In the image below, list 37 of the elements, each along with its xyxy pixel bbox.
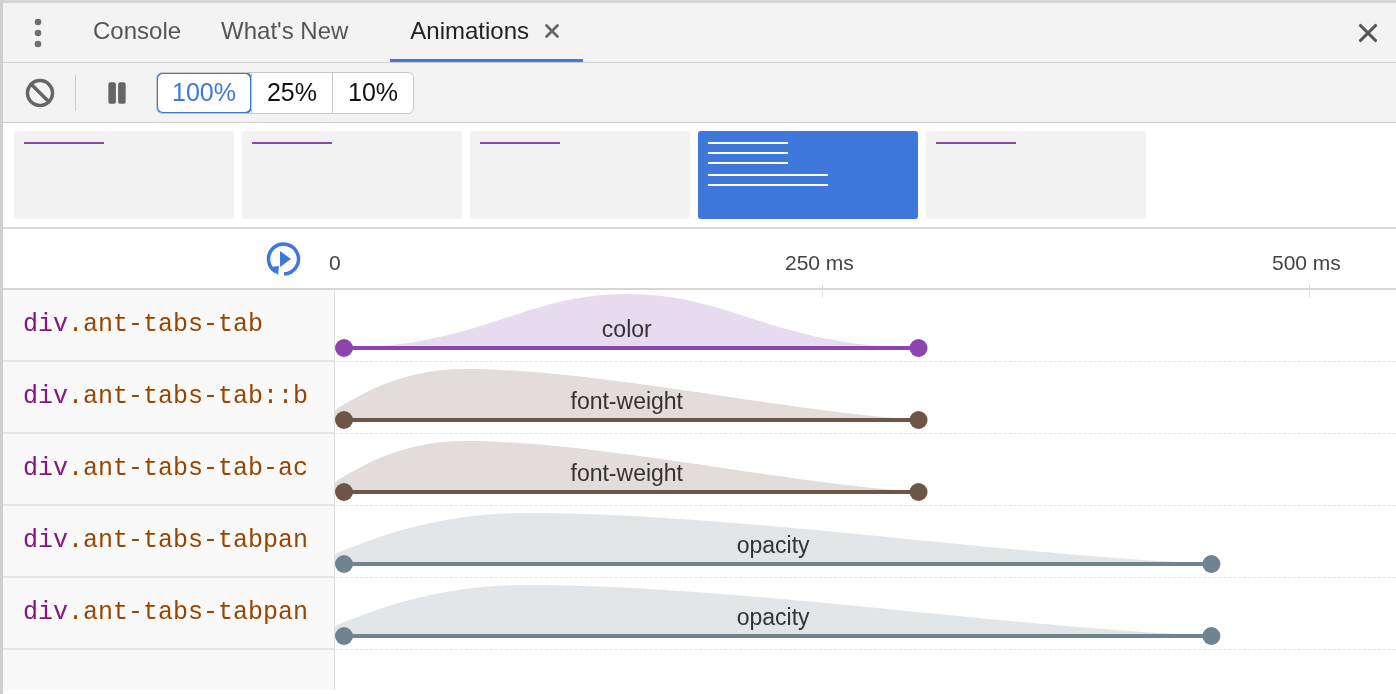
property-label: font-weight [570, 387, 683, 416]
time-tick-label: 500 ms [1272, 250, 1341, 276]
node-selector[interactable]: div.ant-tabs-tabpan [23, 594, 309, 632]
keyframe-handle[interactable] [909, 411, 928, 429]
clear-icon[interactable] [25, 77, 55, 108]
time-tick-label: 250 ms [785, 250, 854, 276]
keyframe-handle[interactable] [1202, 627, 1221, 645]
animation-group[interactable] [698, 131, 918, 219]
keyframe-handle[interactable] [1202, 555, 1221, 573]
node-selector[interactable]: div.ant-tabs-tabpan [23, 522, 309, 560]
node-selector[interactable]: div.ant-tabs-tab::b [23, 378, 309, 416]
speed-button[interactable]: 10% [332, 72, 414, 113]
keyframe-handle[interactable] [335, 339, 353, 357]
animation-bar[interactable] [335, 369, 928, 429]
animation-bar[interactable] [335, 294, 928, 357]
keyframe-handle[interactable] [335, 555, 353, 573]
property-label: color [601, 315, 652, 344]
animation-bar[interactable] [335, 513, 1221, 573]
property-label: font-weight [570, 459, 683, 488]
keyframe-handle[interactable] [335, 411, 353, 429]
property-label: opacity [736, 531, 810, 560]
animation-bar[interactable] [335, 441, 928, 501]
keyframe-handle[interactable] [909, 483, 928, 501]
property-label: opacity [736, 603, 810, 632]
animation-bar[interactable] [335, 585, 1221, 645]
time-tick-label: 0 [329, 250, 341, 276]
keyframe-handle[interactable] [335, 627, 353, 645]
replay-icon[interactable] [266, 240, 302, 277]
more-options-icon[interactable] [34, 17, 42, 48]
keyframe-handle[interactable] [335, 483, 353, 501]
node-selector[interactable]: div.ant-tabs-tab-ac [23, 450, 309, 488]
node-selector[interactable]: div.ant-tabs-tab [23, 306, 264, 344]
speed-button[interactable]: 100% [157, 72, 251, 113]
tab[interactable]: What's New [201, 3, 369, 62]
speed-button[interactable]: 25% [250, 72, 332, 113]
keyframe-handle[interactable] [909, 339, 928, 357]
tab[interactable]: Console [73, 3, 202, 62]
